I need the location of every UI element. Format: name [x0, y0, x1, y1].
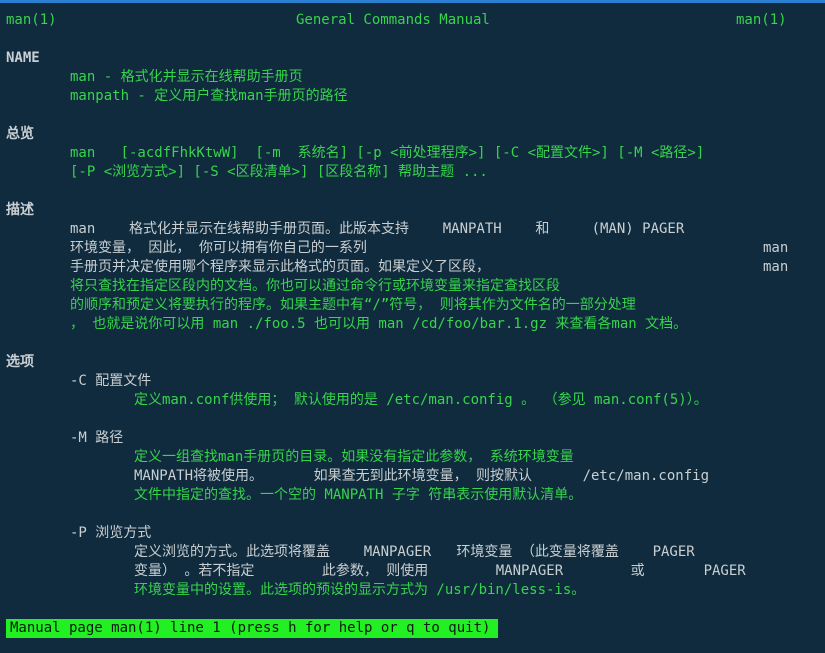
header-right: man(1) [736, 12, 787, 28]
description-line-2-right: man [763, 240, 789, 256]
synopsis-line-2: [-P <浏览方式>] [-S <区段清单>] [区段名称] 帮助主题 ... [70, 164, 488, 180]
option-m-line-3: 文件中指定的查找。一个空的 MANPATH 子字 符串表示使用默认清单。 [134, 487, 583, 503]
terminal-window[interactable]: man(1) General Commands Manual man(1) NA… [0, 0, 825, 653]
synopsis-line-1: man [-acdfFhkKtwW] [-m 系统名] [-p <前处理程序>]… [70, 145, 705, 161]
option-p-line-2: 变量） 。若不指定 此参数， 则使用 MANPAGER 或 PAGER [134, 563, 746, 579]
header-center: General Commands Manual [296, 12, 490, 28]
option-m-line-1: 定义一组查找man手册页的目录。如果没有指定此参数， 系统环境变量 [134, 449, 574, 465]
section-heading-synopsis: 总览 [6, 126, 34, 142]
description-line-3-right: man [763, 259, 789, 275]
option-p-line-3: 环境变量中的设置。此选项的预设的显示方式为 /usr/bin/less-is。 [134, 582, 586, 598]
description-line-2: 环境变量， 因此， 你可以拥有你自己的一系列 [70, 240, 367, 256]
name-line-1: man - 格式化并显示在线帮助手册页 [70, 69, 303, 85]
option-p-flag: -P 浏览方式 [70, 525, 152, 541]
option-p-line-1: 定义浏览的方式。此选项将覆盖 MANPAGER 环境变量 （此变量将覆盖 PAG… [134, 544, 695, 560]
cursor-block [492, 620, 495, 636]
header-left: man(1) [6, 12, 57, 28]
description-line-5: 的顺序和预定义将要执行的程序。如果主题中有“/”符号， 则将其作为文件名的一部分… [70, 297, 636, 313]
option-c-line-1: 定义man.conf供使用； 默认使用的是 /etc/man.config 。 … [134, 392, 708, 408]
pager-status-text: Manual page man(1) line 1 (press h for h… [10, 620, 491, 636]
description-line-4: 将只查找在指定区段内的文档。你也可以通过命令行或环境变量来指定查找区段 [70, 278, 560, 294]
description-line-6: ， 也就是说你可以用 man ./foo.5 也可以用 man /cd/foo/… [70, 316, 688, 332]
section-heading-description: 描述 [6, 202, 34, 218]
section-heading-options: 选项 [6, 354, 34, 370]
name-line-2: manpath - 定义用户查找man手册页的路径 [70, 88, 348, 104]
pager-status-bar: Manual page man(1) line 1 (press h for h… [6, 619, 499, 638]
description-line-3: 手册页并决定使用哪个程序来显示此格式的页面。如果定义了区段， [70, 259, 490, 275]
section-heading-name: NAME [6, 50, 40, 66]
option-m-line-2: MANPATH将被使用。 如果查无到此环境变量， 则按默认 /etc/man.c… [134, 468, 710, 484]
description-line-1: man 格式化并显示在线帮助手册页面。此版本支持 MANPATH 和 (MAN)… [70, 221, 685, 237]
option-m-flag: -M 路径 [70, 430, 124, 446]
option-c-flag: -C 配置文件 [70, 373, 152, 389]
